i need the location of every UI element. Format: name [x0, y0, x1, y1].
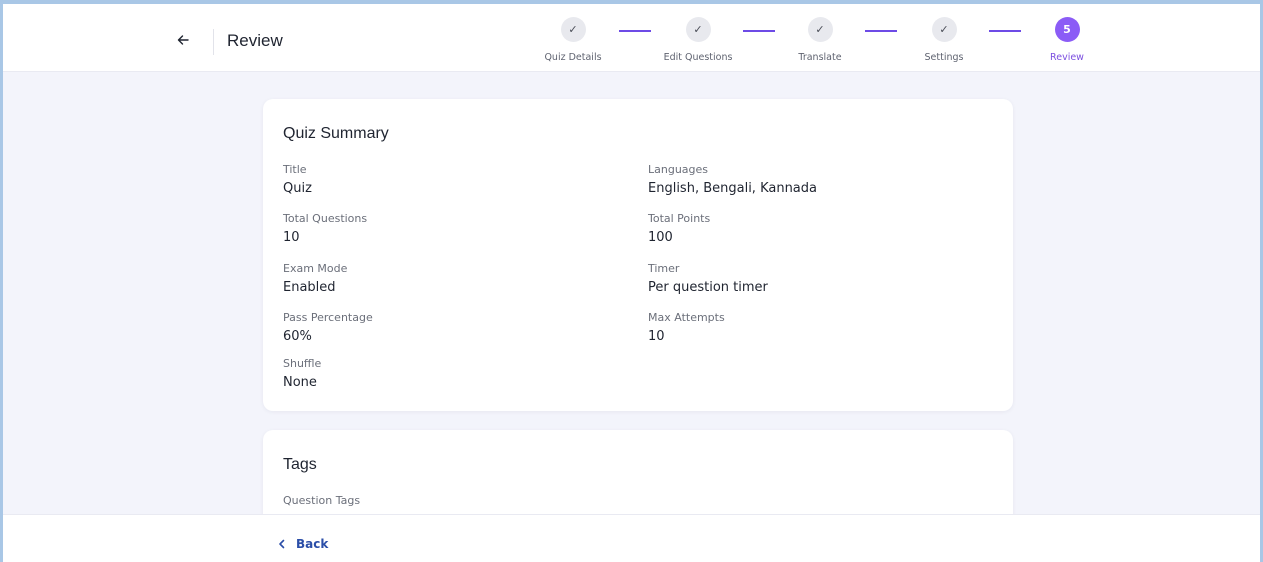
back-button[interactable]: Back: [278, 537, 328, 551]
field-label: Languages: [648, 163, 709, 176]
step-label: Review: [1050, 52, 1084, 63]
field-label: Total Points: [648, 212, 711, 225]
field-value: Per question timer: [648, 280, 768, 295]
step-label: Settings: [924, 52, 964, 63]
field-label: Total Questions: [283, 212, 368, 225]
field-label: Max Attempts: [648, 311, 725, 324]
check-icon: ✓: [807, 17, 833, 42]
step-settings[interactable]: ✓ Settings: [889, 17, 999, 63]
field-value: 10: [648, 329, 665, 344]
field-question-tags: Question Tags: [283, 494, 360, 512]
back-button-label: Back: [296, 537, 329, 551]
step-label: Translate: [798, 52, 842, 63]
field-languages: Languages English, Bengali, Kannada: [648, 163, 817, 196]
field-value: 10: [283, 230, 300, 245]
quiz-summary-card: Quiz Summary Title Quiz Languages Englis…: [263, 99, 1013, 411]
check-icon: ✓: [685, 17, 711, 42]
field-total-points: Total Points 100: [648, 212, 710, 245]
app-frame: Review ✓ Quiz Details ✓ Edit Questions ✓…: [0, 0, 1263, 562]
step-label: Edit Questions: [663, 52, 733, 63]
chevron-left-icon: [279, 539, 285, 549]
step-number: 5: [1054, 17, 1080, 42]
field-title: Title Quiz: [283, 163, 312, 196]
field-value: 60%: [283, 329, 312, 344]
field-value: 100: [648, 230, 673, 245]
field-total-questions: Total Questions 10: [283, 212, 367, 245]
card-title: Tags: [283, 456, 317, 473]
field-label: Timer: [648, 262, 680, 275]
card-title: Quiz Summary: [283, 125, 389, 142]
field-label: Title: [283, 163, 307, 176]
field-label: Shuffle: [283, 357, 322, 370]
field-value: Enabled: [283, 280, 336, 295]
check-icon: ✓: [560, 17, 586, 42]
field-label: Pass Percentage: [283, 311, 373, 324]
top-header: Review ✓ Quiz Details ✓ Edit Questions ✓…: [3, 4, 1260, 72]
field-timer: Timer Per question timer: [648, 262, 768, 295]
field-shuffle: Shuffle None: [283, 357, 321, 390]
footer-bar: Back: [3, 514, 1260, 562]
check-icon: ✓: [931, 17, 957, 42]
step-translate[interactable]: ✓ Translate: [765, 17, 875, 63]
field-value: None: [283, 375, 317, 390]
step-quiz-details[interactable]: ✓ Quiz Details: [518, 17, 628, 63]
step-label: Quiz Details: [544, 52, 602, 63]
page-title: Review: [227, 31, 283, 50]
step-edit-questions[interactable]: ✓ Edit Questions: [643, 17, 753, 63]
field-value: English, Bengali, Kannada: [648, 181, 817, 196]
field-pass-percentage: Pass Percentage 60%: [283, 311, 373, 344]
field-value: Quiz: [283, 181, 312, 196]
field-exam-mode: Exam Mode Enabled: [283, 262, 347, 295]
field-label: Question Tags: [283, 494, 361, 507]
field-label: Exam Mode: [283, 262, 348, 275]
back-arrow-icon[interactable]: [168, 25, 198, 55]
step-review[interactable]: 5 Review: [1012, 17, 1122, 63]
field-max-attempts: Max Attempts 10: [648, 311, 725, 344]
header-divider: [213, 29, 214, 55]
